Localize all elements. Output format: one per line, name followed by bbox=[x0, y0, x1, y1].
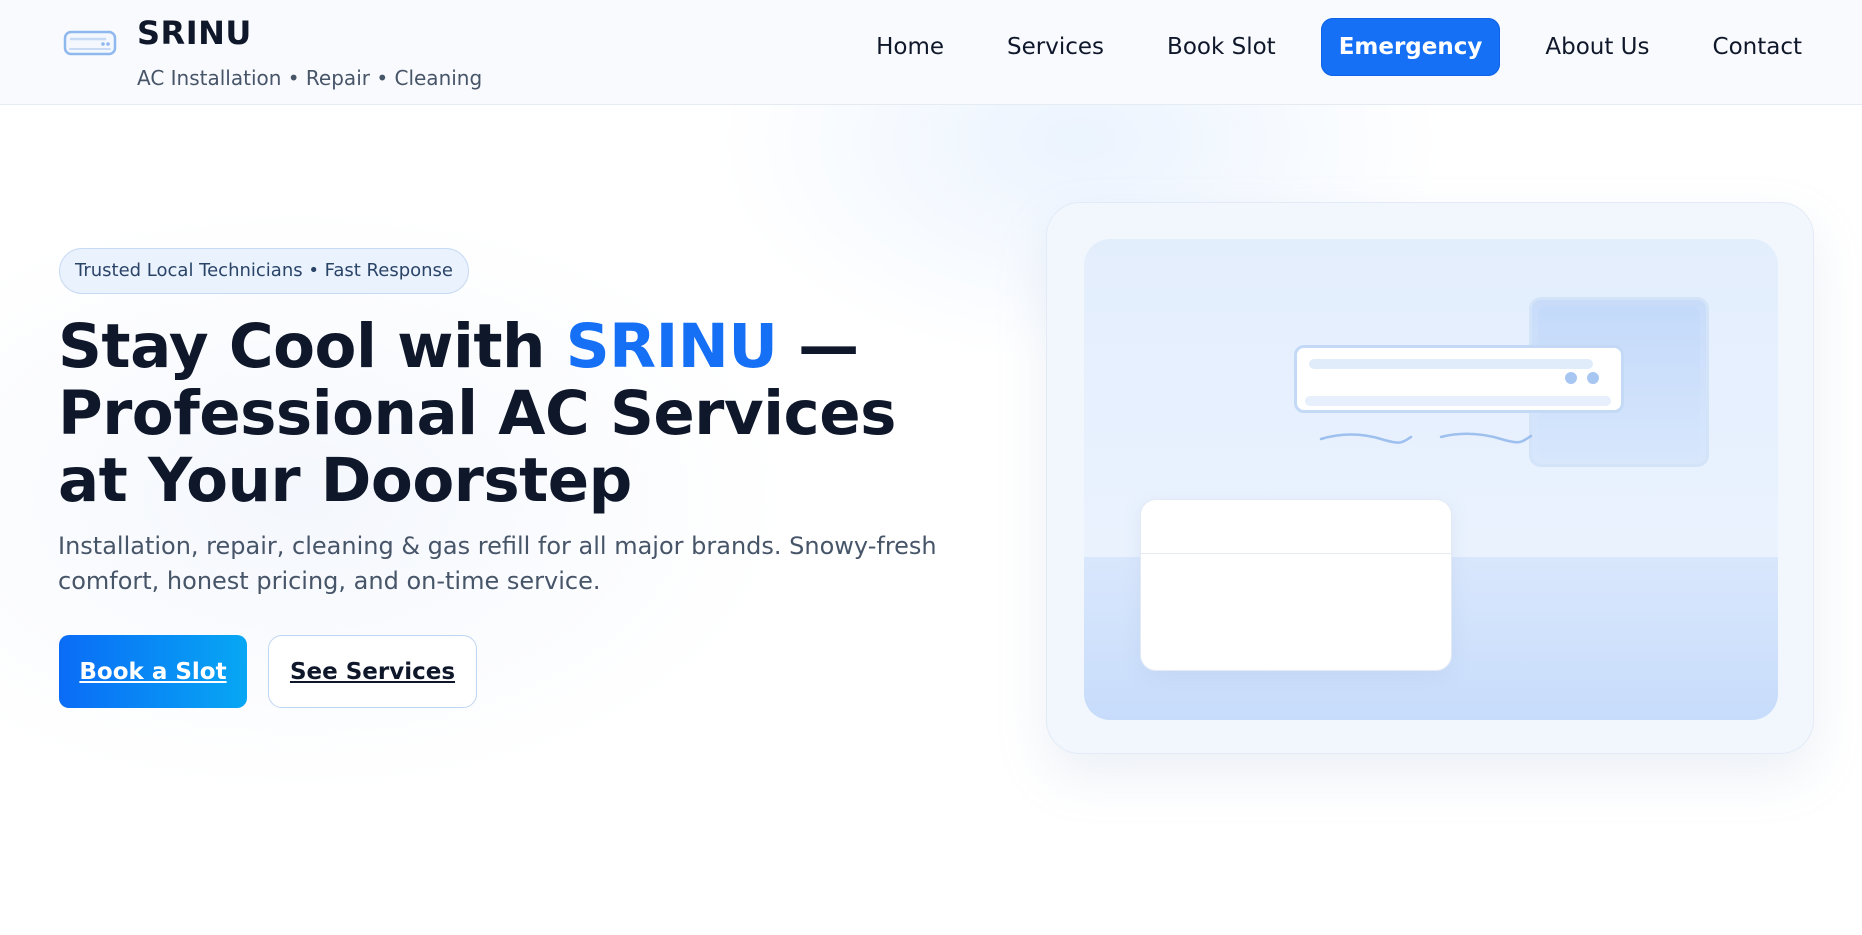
book-slot-button[interactable]: Book a Slot bbox=[59, 635, 247, 708]
nav-about-us[interactable]: About Us bbox=[1545, 18, 1649, 76]
hero-title: Stay Cool with SRINU — Professional AC S… bbox=[58, 313, 958, 514]
brand-name: SRINU bbox=[137, 14, 252, 52]
nav-services[interactable]: Services bbox=[1007, 18, 1104, 76]
brand[interactable]: SRINU AC Installation • Repair • Cleanin… bbox=[63, 14, 482, 90]
sofa-icon bbox=[1140, 499, 1453, 671]
hero-illustration-card bbox=[1046, 202, 1814, 754]
airflow-icon bbox=[1319, 432, 1533, 444]
air-conditioner-icon bbox=[1294, 345, 1624, 413]
nav-home[interactable]: Home bbox=[876, 18, 944, 76]
hero-subtitle: Installation, repair, cleaning & gas ref… bbox=[58, 532, 937, 595]
see-services-button[interactable]: See Services bbox=[268, 635, 477, 708]
main-nav: Home Services Book Slot Emergency About … bbox=[876, 18, 1802, 76]
brand-tagline: AC Installation • Repair • Cleaning bbox=[137, 66, 483, 90]
nav-contact[interactable]: Contact bbox=[1713, 18, 1802, 76]
hero-title-lead: Stay Cool with bbox=[58, 311, 566, 382]
ac-unit-icon bbox=[63, 30, 117, 56]
trust-badge: Trusted Local Technicians • Fast Respons… bbox=[59, 248, 469, 294]
site-header: SRINU AC Installation • Repair • Cleanin… bbox=[0, 0, 1862, 105]
nav-emergency-button[interactable]: Emergency bbox=[1320, 18, 1501, 76]
room-illustration bbox=[1084, 239, 1778, 720]
hero-title-brand: SRINU bbox=[565, 311, 778, 382]
nav-book-slot[interactable]: Book Slot bbox=[1167, 18, 1276, 76]
